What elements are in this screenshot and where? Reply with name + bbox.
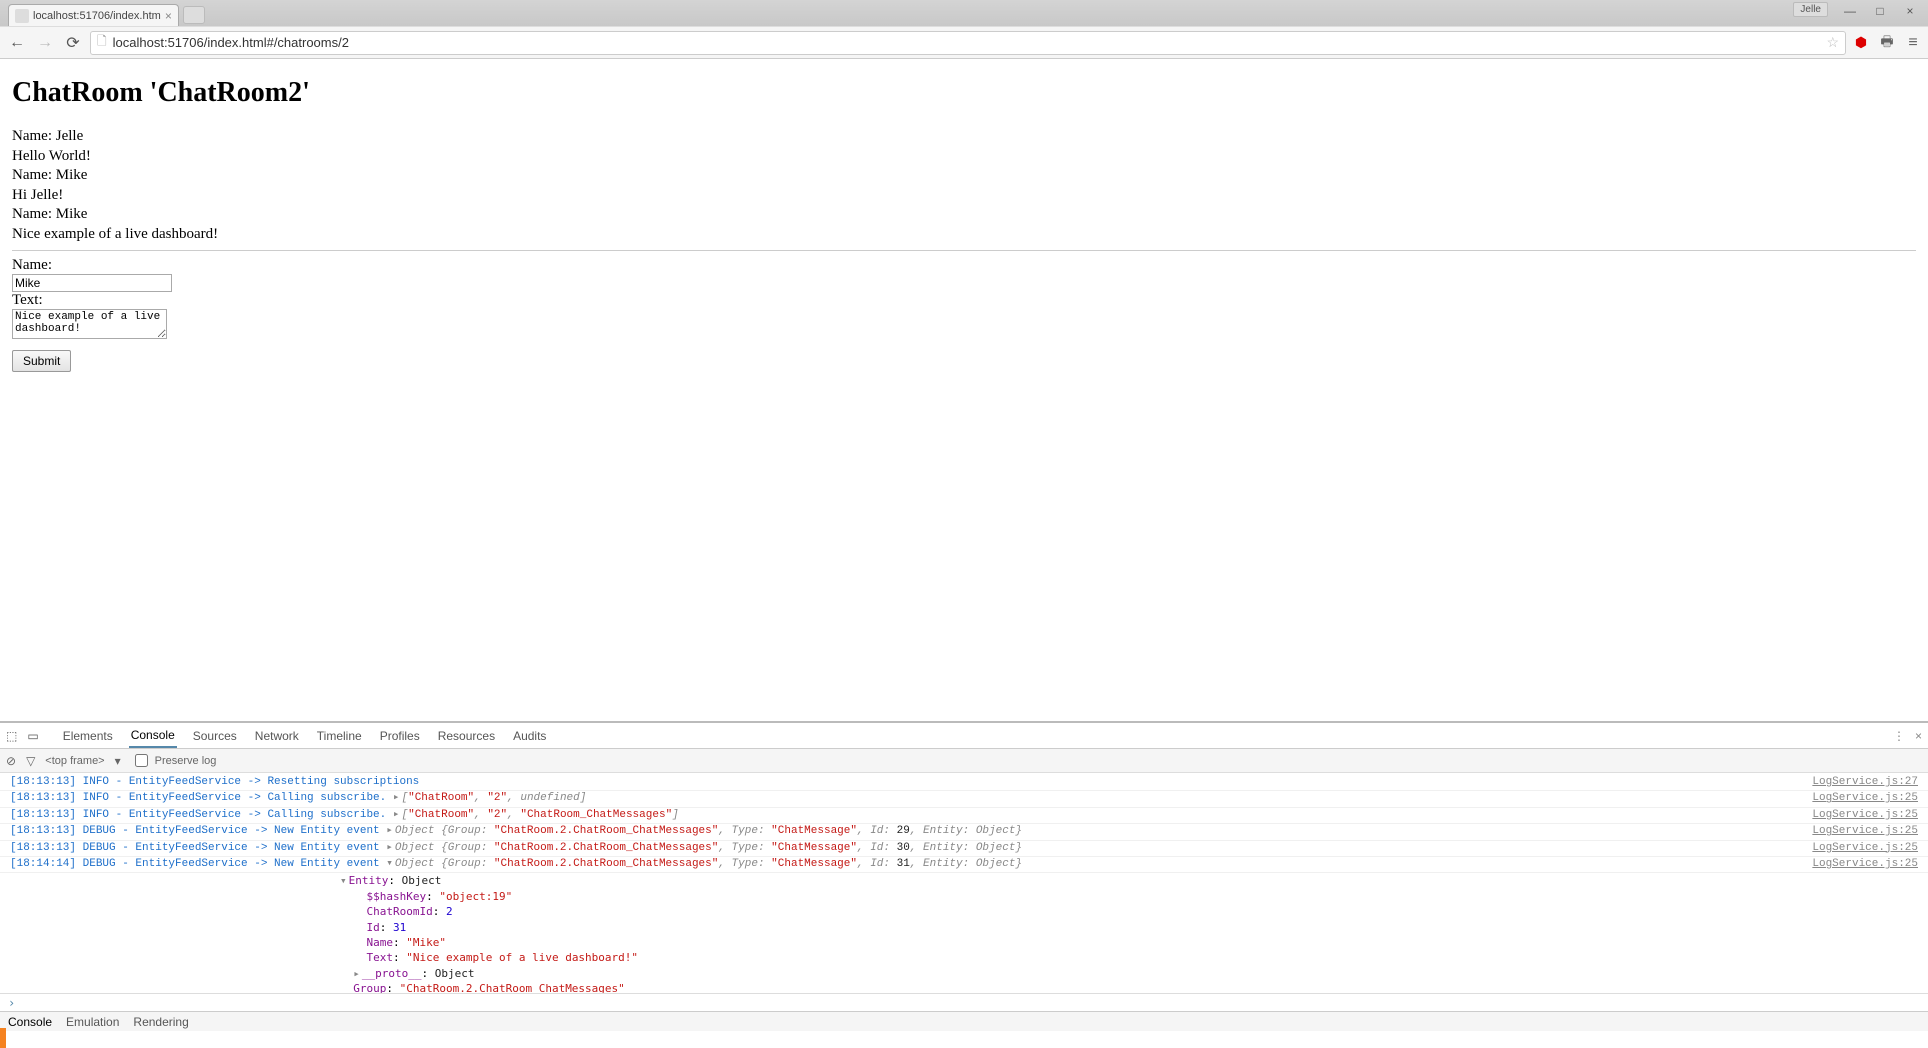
text-label: Text: xyxy=(12,292,1916,309)
footer-accent xyxy=(0,1028,6,1048)
messages-list: Name: Jelle Hello World! Name: Mike Hi J… xyxy=(12,127,1916,244)
clear-console-icon[interactable]: ⊘ xyxy=(6,754,16,768)
text-input[interactable] xyxy=(12,309,167,339)
console-prompt[interactable]: › xyxy=(0,993,1928,1011)
close-icon[interactable]: × xyxy=(165,9,172,23)
name-input[interactable] xyxy=(12,274,172,292)
reload-button[interactable]: ⟳ xyxy=(62,32,84,54)
log-source-link[interactable]: LogService.js:25 xyxy=(1792,841,1918,856)
log-source-link[interactable]: LogService.js:27 xyxy=(1792,775,1918,790)
maximize-icon[interactable]: □ xyxy=(1866,2,1894,20)
expanded-object[interactable]: ▾Entity: Object $$hashKey: "object:19" C… xyxy=(0,873,1928,993)
preserve-log-input[interactable] xyxy=(135,754,148,767)
footer-tab-emulation[interactable]: Emulation xyxy=(66,1015,119,1029)
console-output[interactable]: [18:13:13] INFO - EntityFeedService -> R… xyxy=(0,773,1928,993)
address-bar[interactable]: 🗋 localhost:51706/index.html#/chatrooms/… xyxy=(90,31,1846,55)
log-source-link[interactable]: LogService.js:25 xyxy=(1792,791,1918,806)
footer-tab-rendering[interactable]: Rendering xyxy=(133,1015,188,1029)
url-text: localhost:51706/index.html#/chatrooms/2 xyxy=(113,35,1821,50)
message-name: Name: Jelle xyxy=(12,127,1916,147)
browser-toolbar: ← → ⟳ 🗋 localhost:51706/index.html#/chat… xyxy=(0,26,1928,58)
chevron-down-icon[interactable]: ▾ xyxy=(115,754,121,768)
message-item: Name: Jelle Hello World! xyxy=(12,127,1916,166)
close-window-icon[interactable]: × xyxy=(1896,2,1924,20)
new-tab-button[interactable] xyxy=(183,6,205,24)
message-item: Name: Mike Nice example of a live dashbo… xyxy=(12,205,1916,244)
favicon-icon xyxy=(15,9,29,23)
device-mode-icon[interactable]: ▭ xyxy=(27,729,38,743)
submit-button[interactable]: Submit xyxy=(12,350,71,372)
message-name: Name: Mike xyxy=(12,205,1916,225)
console-log-line[interactable]: [18:14:14] DEBUG - EntityFeedService -> … xyxy=(0,857,1928,873)
message-text: Hi Jelle! xyxy=(12,186,1916,206)
frame-select[interactable]: <top frame> xyxy=(45,755,104,767)
page-title: ChatRoom 'ChatRoom2' xyxy=(12,77,1916,109)
devtools-settings-icon[interactable]: ⋮ xyxy=(1893,729,1905,743)
browser-tab[interactable]: localhost:51706/index.htm × xyxy=(8,4,179,26)
tab-strip: localhost:51706/index.htm × Jelle — □ × xyxy=(0,0,1928,26)
tab-profiles[interactable]: Profiles xyxy=(378,725,422,747)
user-badge: Jelle xyxy=(1793,2,1828,17)
preserve-log-checkbox[interactable]: Preserve log xyxy=(131,751,217,770)
message-item: Name: Mike Hi Jelle! xyxy=(12,166,1916,205)
console-log-line[interactable]: [18:13:13] DEBUG - EntityFeedService -> … xyxy=(0,824,1928,840)
footer-tab-console[interactable]: Console xyxy=(8,1015,52,1029)
log-source-link[interactable]: LogService.js:25 xyxy=(1792,808,1918,823)
minimize-icon[interactable]: — xyxy=(1836,2,1864,20)
tab-network[interactable]: Network xyxy=(253,725,301,747)
console-log-line[interactable]: [18:13:13] DEBUG - EntityFeedService -> … xyxy=(0,841,1928,857)
adblock-icon[interactable]: ⬢ xyxy=(1852,34,1870,52)
console-filterbar: ⊘ ▽ <top frame> ▾ Preserve log xyxy=(0,749,1928,773)
divider xyxy=(12,250,1916,251)
log-source-link[interactable]: LogService.js:25 xyxy=(1792,824,1918,839)
name-label: Name: xyxy=(12,257,1916,274)
devtools-footer: Console Emulation Rendering xyxy=(0,1011,1928,1031)
back-button[interactable]: ← xyxy=(6,32,28,54)
tab-sources[interactable]: Sources xyxy=(191,725,239,747)
tab-elements[interactable]: Elements xyxy=(61,725,115,747)
tab-audits[interactable]: Audits xyxy=(511,725,548,747)
extension-icon[interactable]: 🖶 xyxy=(1878,34,1896,52)
console-log-line[interactable]: [18:13:13] INFO - EntityFeedService -> C… xyxy=(0,791,1928,807)
message-name: Name: Mike xyxy=(12,166,1916,186)
filter-icon[interactable]: ▽ xyxy=(26,754,35,768)
devtools-tabs: ⬚ ▭ Elements Console Sources Network Tim… xyxy=(0,723,1928,749)
tab-resources[interactable]: Resources xyxy=(436,725,497,747)
tab-timeline[interactable]: Timeline xyxy=(315,725,364,747)
inspect-icon[interactable]: ⬚ xyxy=(6,729,17,743)
file-icon: 🗋 xyxy=(97,32,107,53)
log-source-link[interactable]: LogService.js:25 xyxy=(1792,857,1918,872)
page-viewport: ChatRoom 'ChatRoom2' Name: Jelle Hello W… xyxy=(0,59,1928,721)
message-text: Hello World! xyxy=(12,147,1916,167)
message-text: Nice example of a live dashboard! xyxy=(12,225,1916,245)
console-log-line[interactable]: [18:13:13] INFO - EntityFeedService -> C… xyxy=(0,808,1928,824)
bookmark-star-icon[interactable]: ☆ xyxy=(1826,34,1839,51)
forward-button[interactable]: → xyxy=(34,32,56,54)
devtools-close-icon[interactable]: × xyxy=(1915,729,1922,743)
console-log-line[interactable]: [18:13:13] INFO - EntityFeedService -> R… xyxy=(0,775,1928,791)
tab-title: localhost:51706/index.htm xyxy=(33,10,161,22)
tab-console[interactable]: Console xyxy=(129,724,177,748)
devtools-panel: ⬚ ▭ Elements Console Sources Network Tim… xyxy=(0,721,1928,1011)
chrome-menu-icon[interactable]: ≡ xyxy=(1904,34,1922,52)
